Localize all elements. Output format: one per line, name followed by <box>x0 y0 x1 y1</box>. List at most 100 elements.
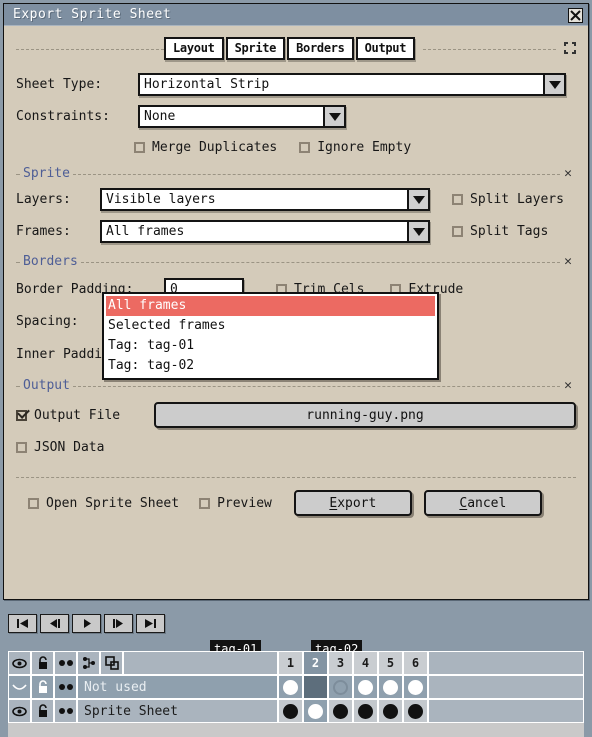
frame-header-1[interactable]: 1 <box>278 651 303 675</box>
export-button[interactable]: Export <box>293 490 412 516</box>
cel-sprite-sheet-5[interactable] <box>378 699 403 723</box>
cel-sprite-sheet-2[interactable] <box>303 699 328 723</box>
chevron-down-icon[interactable] <box>407 188 430 211</box>
cel-not-used-5[interactable] <box>378 675 403 699</box>
layers-label: Layers: <box>16 192 71 207</box>
first-frame-icon[interactable] <box>8 614 37 633</box>
ignore-empty-label: Ignore Empty <box>317 140 412 155</box>
cancel-button-label-rest: ancel <box>467 495 507 511</box>
frame-header-2[interactable]: 2 <box>303 651 328 675</box>
borders-section-label: Borders <box>23 253 78 269</box>
timeline-footer <box>8 723 584 737</box>
divider-left <box>16 48 164 50</box>
last-frame-icon[interactable] <box>136 614 165 633</box>
layers-combo[interactable]: Visible layers <box>100 188 430 211</box>
checkbox-box <box>199 497 211 509</box>
merge-duplicates-label: Merge Duplicates <box>152 140 278 155</box>
constraints-combo[interactable]: None <box>138 105 346 128</box>
frame-header-4[interactable]: 4 <box>353 651 378 675</box>
checkbox-box <box>28 497 39 509</box>
split-tags-checkbox[interactable]: Split Tags <box>452 224 548 239</box>
timeline-grid: 1 2 3 4 5 6 Not used Sprite Sheet <box>8 651 584 723</box>
sheet-type-row: Sheet Type: Horizontal Strip <box>16 73 576 96</box>
output-file-checkbox[interactable]: Output File <box>16 408 154 423</box>
timeline-row-pad <box>428 699 584 723</box>
layout-options-row: Merge Duplicates Ignore Empty <box>16 140 576 155</box>
output-section-close-icon[interactable]: ✕ <box>560 378 576 393</box>
lock-icon[interactable] <box>31 699 54 723</box>
json-data-checkbox[interactable]: JSON Data <box>16 440 104 455</box>
chevron-down-icon[interactable] <box>323 105 346 128</box>
frame-header-6[interactable]: 6 <box>403 651 428 675</box>
continuous-icon[interactable] <box>54 699 77 723</box>
footer-divider <box>16 477 576 478</box>
screen: Export Sprite Sheet Layout Sprite Border… <box>0 0 592 737</box>
tab-borders[interactable]: Borders <box>287 36 354 60</box>
ignore-empty-checkbox[interactable]: Ignore Empty <box>299 140 411 155</box>
cel-not-used-6[interactable] <box>403 675 428 699</box>
tab-sprite[interactable]: Sprite <box>225 36 286 60</box>
output-file-button[interactable]: running-guy.png <box>154 402 576 428</box>
copy-icon[interactable] <box>100 651 123 675</box>
cel-not-used-4[interactable] <box>353 675 378 699</box>
cel-not-used-2[interactable] <box>303 675 328 699</box>
cel-sprite-sheet-6[interactable] <box>403 699 428 723</box>
constraints-value: None <box>144 109 176 124</box>
timeline-panel: tag-01 tag-02 1 2 3 4 5 6 Not used Sprit… <box>0 608 592 737</box>
export-button-label-rest: xport <box>337 495 377 511</box>
close-icon[interactable] <box>568 8 583 23</box>
preview-checkbox[interactable]: Preview <box>199 496 272 511</box>
cancel-button[interactable]: Cancel <box>423 490 542 516</box>
dropdown-option-tag-02[interactable]: Tag: tag-02 <box>106 356 435 376</box>
open-sprite-sheet-checkbox[interactable]: Open Sprite Sheet <box>28 496 179 511</box>
frame-header-3[interactable]: 3 <box>328 651 353 675</box>
cel-sprite-sheet-1[interactable] <box>278 699 303 723</box>
tabs: Layout Sprite Borders Output <box>164 36 416 60</box>
continuous-icon[interactable] <box>54 675 77 699</box>
dialog-titlebar: Export Sprite Sheet <box>4 4 588 26</box>
eye-closed-icon[interactable] <box>8 675 31 699</box>
constraints-label: Constraints: <box>16 109 110 124</box>
borders-section-close-icon[interactable]: ✕ <box>560 254 576 269</box>
chevron-down-icon[interactable] <box>543 73 566 96</box>
checkbox-box <box>16 409 27 421</box>
output-file-row: Output File running-guy.png <box>16 402 576 428</box>
eye-icon[interactable] <box>8 699 31 723</box>
dialog-title: Export Sprite Sheet <box>13 7 172 22</box>
split-layers-checkbox[interactable]: Split Layers <box>452 192 564 207</box>
lock-icon[interactable] <box>31 651 54 675</box>
frames-value: All frames <box>106 224 185 239</box>
tab-layout[interactable]: Layout <box>164 36 224 60</box>
play-icon[interactable] <box>72 614 101 633</box>
lock-icon[interactable] <box>31 675 54 699</box>
chevron-down-icon[interactable] <box>407 220 430 243</box>
frames-combo[interactable]: All frames <box>100 220 430 243</box>
next-frame-icon[interactable] <box>104 614 133 633</box>
layer-name-not-used[interactable]: Not used <box>77 675 278 699</box>
cel-not-used-1[interactable] <box>278 675 303 699</box>
cel-not-used-3[interactable] <box>328 675 353 699</box>
dropdown-option-tag-01[interactable]: Tag: tag-01 <box>106 336 435 356</box>
frame-header-5[interactable]: 5 <box>378 651 403 675</box>
expand-corners-icon[interactable] <box>564 39 576 58</box>
json-data-label: JSON Data <box>34 440 105 455</box>
tab-output[interactable]: Output <box>355 36 416 60</box>
group-icon[interactable] <box>77 651 100 675</box>
checkbox-box <box>452 194 463 205</box>
dropdown-option-selected-frames[interactable]: Selected frames <box>106 316 435 336</box>
sprite-section-close-icon[interactable]: ✕ <box>560 166 576 181</box>
timeline-header-row: 1 2 3 4 5 6 <box>8 651 584 675</box>
sheet-type-combo[interactable]: Horizontal Strip <box>138 73 566 96</box>
previous-frame-icon[interactable] <box>40 614 69 633</box>
timeline-header-pad <box>428 651 584 675</box>
cel-sprite-sheet-4[interactable] <box>353 699 378 723</box>
merge-duplicates-checkbox[interactable]: Merge Duplicates <box>134 140 277 155</box>
dropdown-option-all-frames[interactable]: All frames <box>106 296 435 316</box>
eye-icon[interactable] <box>8 651 31 675</box>
sprite-section-header: Sprite ✕ <box>16 166 576 181</box>
frames-dropdown-list[interactable]: All frames Selected frames Tag: tag-01 T… <box>102 292 439 380</box>
split-layers-label: Split Layers <box>470 192 564 207</box>
cel-sprite-sheet-3[interactable] <box>328 699 353 723</box>
continuous-icon[interactable] <box>54 651 77 675</box>
layer-name-sprite-sheet[interactable]: Sprite Sheet <box>77 699 278 723</box>
